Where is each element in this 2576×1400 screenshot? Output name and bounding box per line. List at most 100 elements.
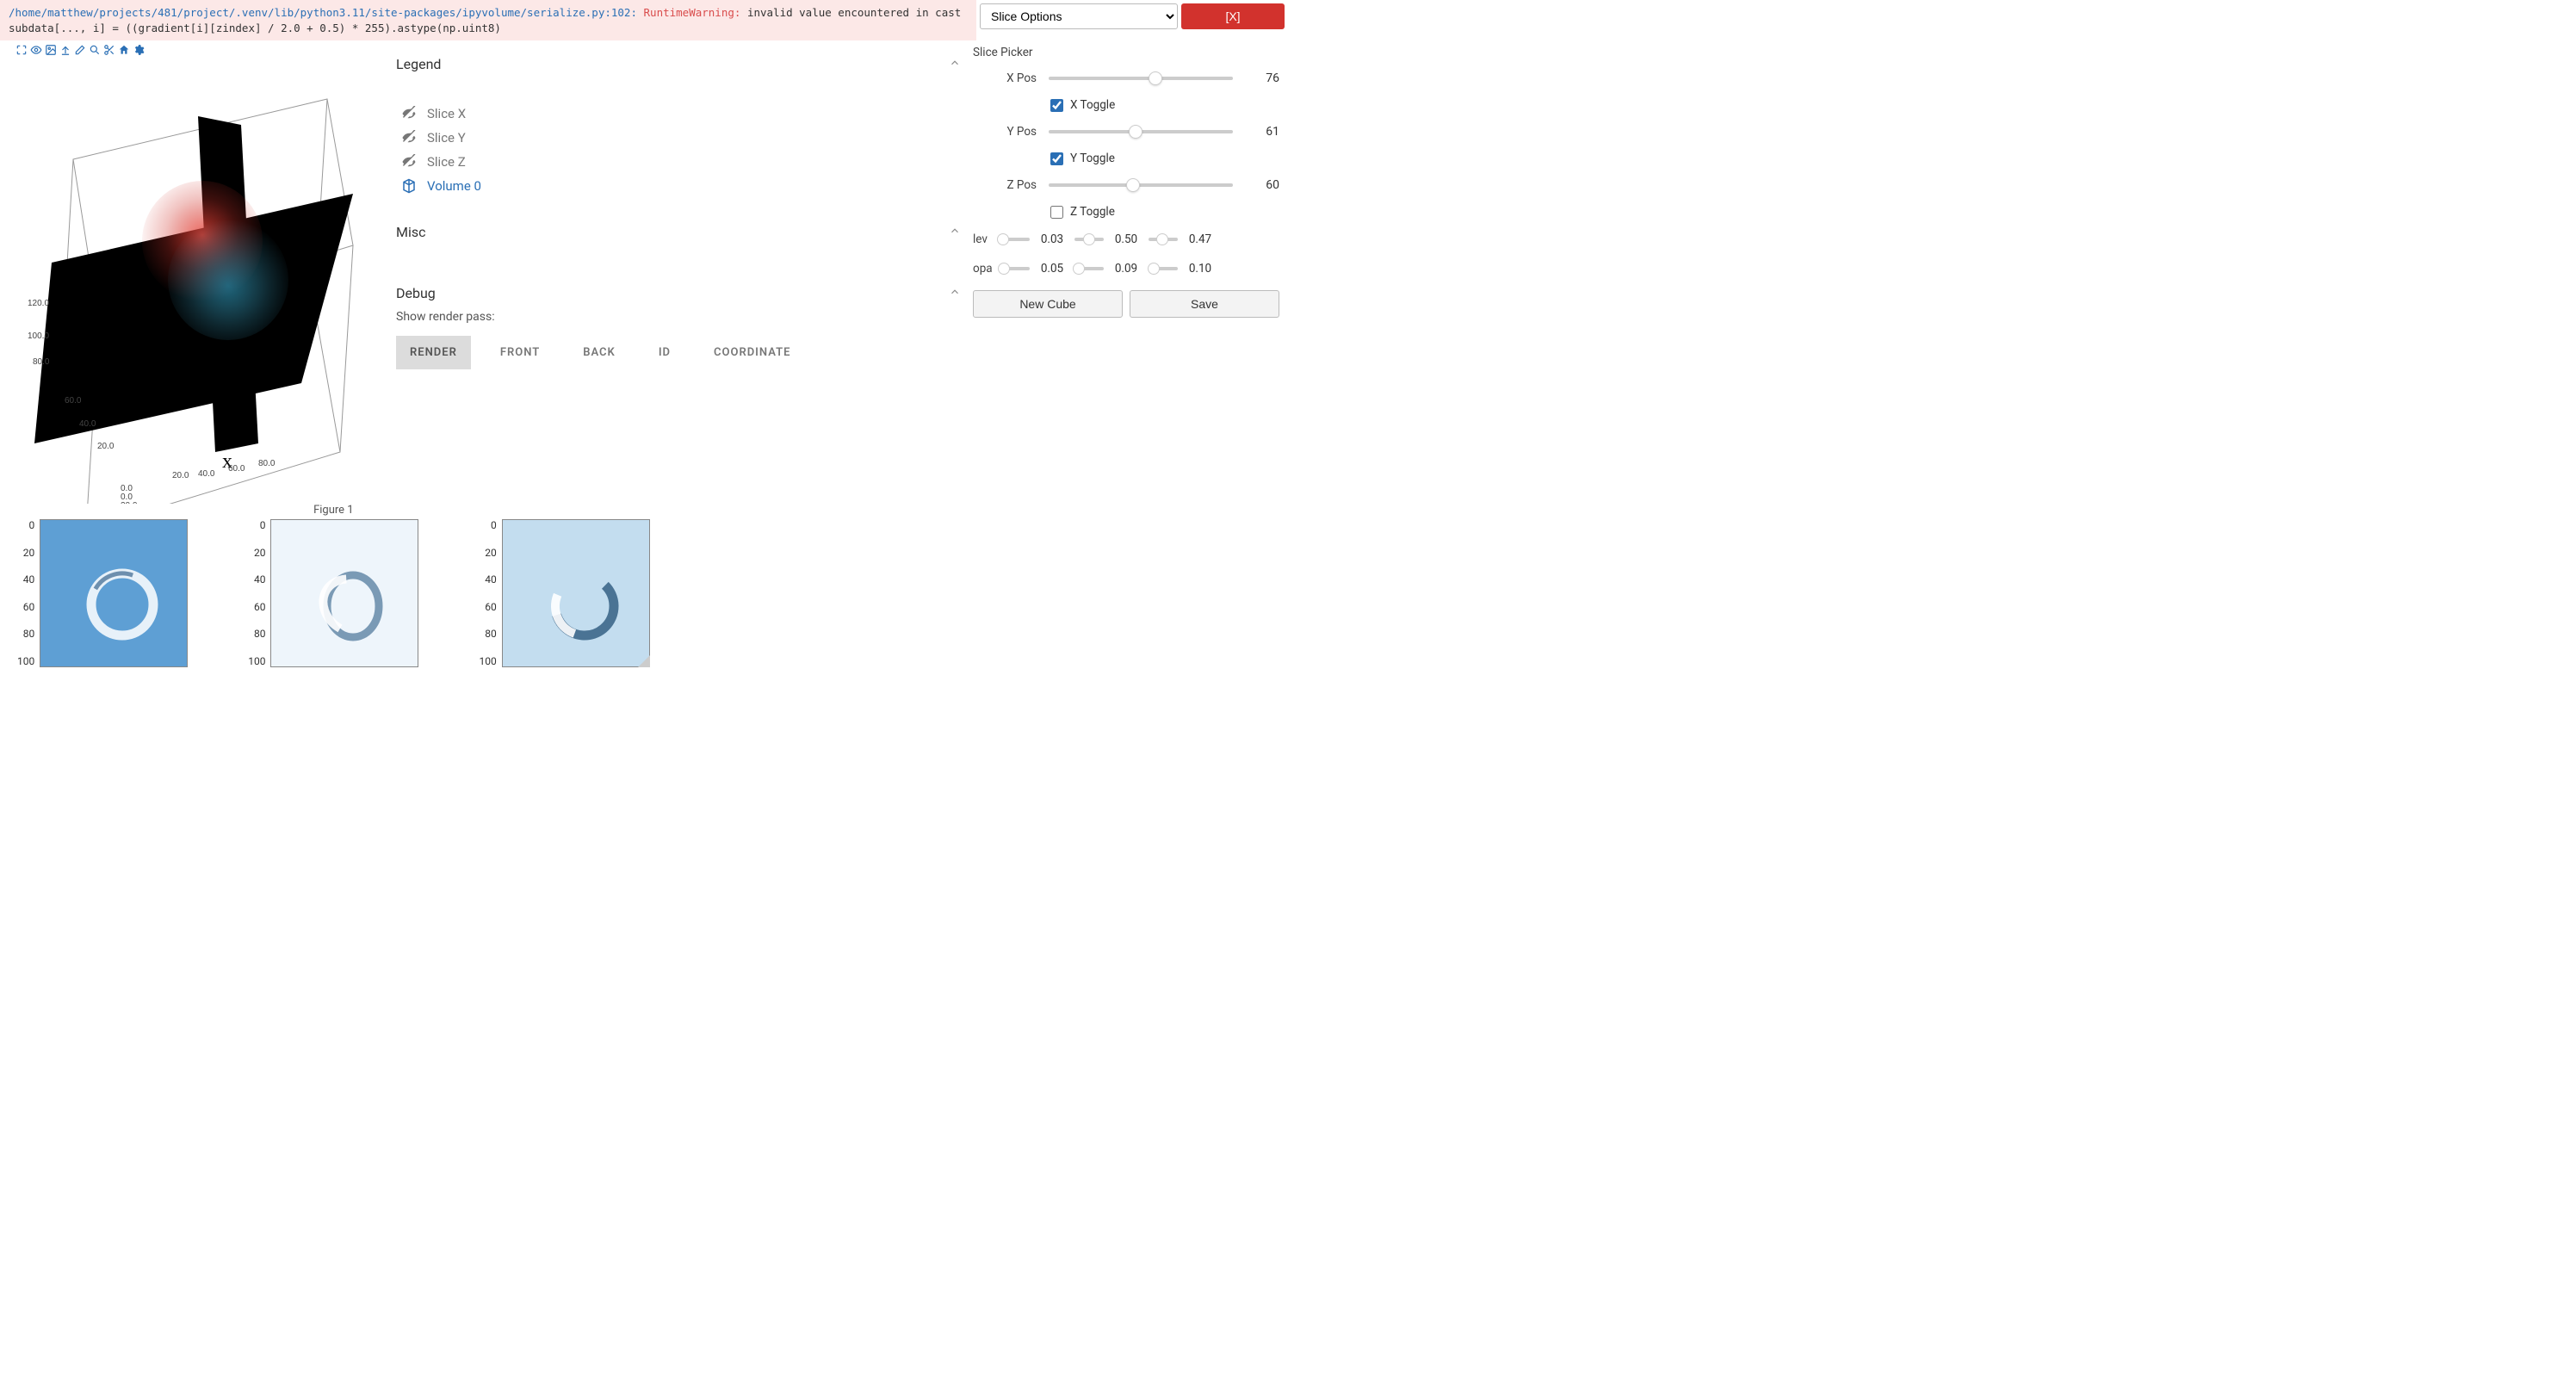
warning-code: subdata[..., i] = ((gradient[i][zindex] …: [9, 22, 501, 34]
z-toggle-checkbox[interactable]: [1050, 206, 1063, 219]
misc-section: Misc: [396, 219, 961, 245]
svg-text:40.0: 40.0: [198, 469, 215, 479]
svg-text:40.0: 40.0: [79, 419, 96, 429]
legend-item[interactable]: Slice X: [401, 102, 961, 126]
slice-image-2[interactable]: [270, 519, 418, 667]
legend-item-label: Slice Y: [427, 130, 466, 146]
new-cube-button[interactable]: New Cube: [973, 290, 1123, 318]
svg-text:80.0: 80.0: [33, 357, 50, 367]
figure-3: 020406080100: [479, 504, 649, 667]
level-value-1: 0.03: [1033, 232, 1071, 246]
opacity-slider-3[interactable]: [1149, 262, 1178, 276]
axis-tick: 60: [485, 601, 497, 613]
image-icon[interactable]: [45, 44, 57, 56]
z-pos-value: 60: [1240, 178, 1279, 192]
volume-3d-view[interactable]: x y z 120.0 100.0 80.0 60.0 40.0 20.0 20…: [0, 56, 379, 504]
close-button[interactable]: [X]: [1181, 3, 1285, 29]
axis-tick: 20: [254, 547, 266, 559]
level-value-2: 0.50: [1107, 232, 1145, 246]
svg-text:60.0: 60.0: [228, 464, 245, 474]
axis-tick: 0: [260, 519, 266, 531]
cut-icon[interactable]: [103, 44, 115, 56]
figure-1: 020406080100: [17, 504, 188, 667]
zoom-icon[interactable]: [89, 44, 101, 56]
slice-image-3[interactable]: [502, 519, 650, 667]
eye-off-icon: [401, 106, 417, 121]
axis-tick: 100: [248, 655, 265, 667]
axis-tick: 80: [254, 628, 266, 640]
warning-bar: /home/matthew/projects/481/project/.venv…: [0, 0, 1288, 40]
opacity-slider-1[interactable]: [1000, 262, 1030, 276]
axis-tick: 40: [23, 573, 35, 585]
render-tab-render[interactable]: RENDER: [396, 336, 471, 369]
axis-tick: 40: [254, 573, 266, 585]
render-pass-tabs: RENDER FRONT BACK ID COORDINATE: [396, 336, 961, 369]
y-pos-value: 61: [1240, 125, 1279, 139]
svg-text:60.0: 60.0: [65, 396, 82, 406]
y-pos-label: Y Pos: [973, 125, 1042, 139]
viz-toolbar: [0, 40, 387, 56]
gear-icon[interactable]: [133, 44, 145, 56]
misc-title: Misc: [396, 224, 426, 240]
warning-text: /home/matthew/projects/481/project/.venv…: [0, 0, 976, 40]
svg-text:80.0: 80.0: [258, 459, 276, 468]
opacity-value-3: 0.10: [1181, 262, 1219, 276]
eye-off-icon: [401, 130, 417, 146]
render-tab-back[interactable]: BACK: [569, 336, 629, 369]
level-slider-1[interactable]: [1000, 232, 1030, 246]
axis-tick: 0: [491, 519, 497, 531]
debug-title: Debug: [396, 285, 436, 301]
figure-title: Figure 1: [248, 504, 418, 519]
legend-item[interactable]: Slice Y: [401, 126, 961, 150]
axis-tick: 0: [28, 519, 34, 531]
edit-icon[interactable]: [74, 44, 86, 56]
axis-tick: 100: [479, 655, 496, 667]
legend-item-label: Slice X: [427, 106, 466, 121]
svg-text:20.0: 20.0: [97, 442, 115, 451]
fullscreen-icon[interactable]: [15, 44, 28, 56]
cube-icon: [401, 178, 417, 194]
save-button[interactable]: Save: [1130, 290, 1279, 318]
z-pos-label: Z Pos: [973, 178, 1042, 192]
x-toggle-checkbox[interactable]: [1050, 99, 1063, 112]
opacity-label: opa: [973, 262, 997, 276]
slice-options-dropdown[interactable]: Slice Options: [980, 3, 1178, 29]
render-tab-front[interactable]: FRONT: [486, 336, 554, 369]
render-tab-coordinate[interactable]: COORDINATE: [700, 336, 804, 369]
legend-item[interactable]: Slice Z: [401, 150, 961, 174]
level-sliders: lev 0.03 0.50 0.47: [973, 225, 1279, 254]
y-pos-slider[interactable]: [1049, 121, 1233, 142]
eye-off-icon: [401, 154, 417, 170]
z-pos-slider[interactable]: [1049, 175, 1233, 195]
svg-text:100.0: 100.0: [28, 331, 49, 341]
warning-msg: invalid value encountered in cast: [747, 6, 961, 19]
x-pos-value: 76: [1240, 71, 1279, 85]
slice-image-1[interactable]: [40, 519, 188, 667]
opacity-slider-2[interactable]: [1074, 262, 1104, 276]
opacity-value-2: 0.09: [1107, 262, 1145, 276]
legend-item[interactable]: Volume 0: [401, 174, 961, 198]
show-pass-label: Show render pass:: [396, 307, 961, 336]
resize-handle-icon[interactable]: [638, 655, 650, 667]
chevron-up-icon[interactable]: [949, 56, 961, 72]
chevron-up-icon[interactable]: [949, 285, 961, 301]
debug-section: Debug Show render pass: RENDER FRONT BACK I…: [396, 280, 961, 369]
chevron-up-icon[interactable]: [949, 224, 961, 240]
home-icon[interactable]: [118, 44, 130, 56]
level-slider-3[interactable]: [1149, 232, 1178, 246]
axis-tick: 80: [23, 628, 35, 640]
x-pos-slider[interactable]: [1049, 68, 1233, 89]
level-label: lev: [973, 232, 997, 246]
y-toggle-checkbox[interactable]: [1050, 152, 1063, 165]
axis-tick: 60: [23, 601, 35, 613]
legend-item-label: Volume 0: [427, 178, 481, 194]
render-tab-id[interactable]: ID: [645, 336, 684, 369]
x-toggle-label: X Toggle: [1070, 98, 1115, 112]
slice-picker-title: Slice Picker: [973, 46, 1279, 59]
y-toggle-label: Y Toggle: [1070, 152, 1115, 165]
level-slider-2[interactable]: [1074, 232, 1104, 246]
axis-tick: 60: [254, 601, 266, 613]
axis-tick: 20: [23, 547, 35, 559]
upload-icon[interactable]: [59, 44, 71, 56]
eye-icon[interactable]: [30, 44, 42, 56]
